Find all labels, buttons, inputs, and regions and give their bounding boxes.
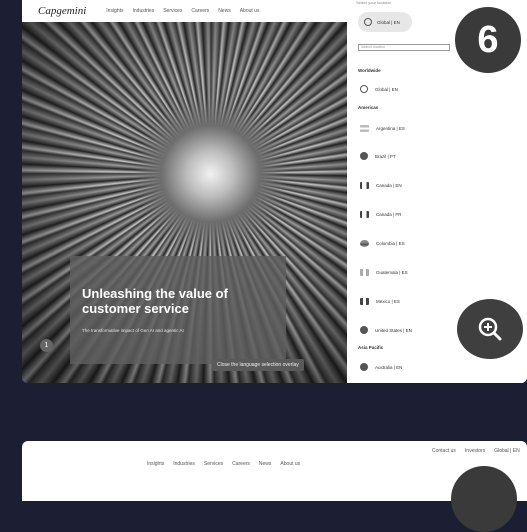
section-worldwide: Worldwide: [358, 68, 381, 73]
argentina-flag-icon: [360, 124, 369, 132]
hero-subtext: The transformative impact of Gen AI and …: [82, 328, 184, 333]
australia-flag-icon: [360, 363, 368, 371]
lang-item-label: Brazil | PT: [375, 153, 396, 159]
lang-item-colombia[interactable]: Colombia | ES: [360, 238, 405, 248]
lang-item-global[interactable]: Global | EN: [360, 84, 398, 94]
lang-item-label: Argentina | ES: [376, 125, 405, 131]
lang-item-canada-fr[interactable]: Canada | FR: [360, 209, 401, 219]
nav-link-careers[interactable]: Careers: [191, 8, 209, 14]
investors-link[interactable]: Investors: [465, 448, 485, 454]
step-number-badge-next: [451, 466, 517, 532]
hero-text-box: Unleashing the value of customer service…: [70, 256, 286, 364]
globe-icon: [364, 18, 372, 26]
brazil-flag-icon: [360, 152, 368, 160]
top-navigation: Capgemini Insights Industries Services C…: [22, 0, 352, 22]
usa-flag-icon: [360, 326, 368, 334]
nav-link-news[interactable]: News: [218, 8, 231, 14]
nav-link-insights[interactable]: Insights: [106, 8, 123, 14]
lang-item-mexico[interactable]: Mexico | ES: [360, 296, 400, 306]
logo[interactable]: Capgemini: [38, 5, 86, 17]
current-language-pill[interactable]: Global | EN: [358, 12, 412, 32]
nav-link-careers[interactable]: Careers: [232, 461, 250, 467]
globe-icon: [360, 85, 368, 93]
hero-headline[interactable]: Unleashing the value of customer service: [82, 286, 282, 316]
lang-item-united-states[interactable]: United States | EN: [360, 325, 412, 335]
colombia-flag-icon: [360, 239, 369, 247]
nav-link-services[interactable]: Services: [204, 461, 223, 467]
lang-item-argentina[interactable]: Argentina | ES: [360, 123, 405, 133]
canada-flag-icon: [360, 181, 369, 189]
location-search-input[interactable]: Search location: [358, 44, 450, 51]
nav-link-industries[interactable]: Industries: [133, 8, 155, 14]
mexico-flag-icon: [360, 297, 369, 305]
slide-indicator[interactable]: 1: [40, 339, 53, 352]
zoom-in-button[interactable]: [457, 299, 523, 359]
utility-links: Contact us Investors Global | EN: [432, 448, 527, 454]
lang-item-australia[interactable]: Australia | EN: [360, 362, 402, 372]
close-overlay-tooltip: Close the language selection overlay: [212, 359, 304, 371]
lang-item-label: Canada | FR: [376, 211, 402, 217]
lang-item-label: Global | EN: [375, 86, 398, 92]
nav-link-about[interactable]: About us: [240, 8, 260, 14]
zoom-in-icon: [478, 317, 502, 341]
lang-item-guatemala[interactable]: Guatemala | ES: [360, 267, 408, 277]
lang-item-label: United States | EN: [375, 327, 412, 333]
canada-flag-icon: [360, 210, 369, 218]
step-number-badge: 6: [455, 7, 521, 73]
nav-link-industries[interactable]: Industries: [173, 461, 195, 467]
contact-link[interactable]: Contact us: [432, 448, 456, 454]
lang-item-label: Colombia | ES: [376, 240, 405, 246]
nav-link-insights[interactable]: Insights: [147, 461, 164, 467]
lang-item-brazil[interactable]: Brazil | PT: [360, 151, 396, 161]
screenshot-card: Capgemini Insights Industries Services C…: [22, 0, 527, 383]
top-navigation-2: Insights Industries Services Careers New…: [147, 461, 309, 467]
nav-link-news[interactable]: News: [259, 461, 272, 467]
lang-item-canada-en[interactable]: Canada | EN: [360, 180, 402, 190]
nav-link-services[interactable]: Services: [163, 8, 182, 14]
lang-item-label: Mexico | ES: [376, 298, 400, 304]
current-language-label: Global | EN: [377, 19, 400, 25]
lang-item-label: Guatemala | ES: [376, 269, 408, 275]
lang-item-label: Canada | EN: [376, 182, 402, 188]
section-asia-pacific: Asia Pacific: [358, 345, 384, 350]
panel-header: Select your location: [356, 0, 391, 5]
nav-link-about[interactable]: About us: [280, 461, 300, 467]
section-americas: Americas: [358, 105, 379, 110]
language-link[interactable]: Global | EN: [494, 448, 519, 454]
guatemala-flag-icon: [360, 268, 369, 276]
lang-item-label: Australia | EN: [375, 364, 403, 370]
